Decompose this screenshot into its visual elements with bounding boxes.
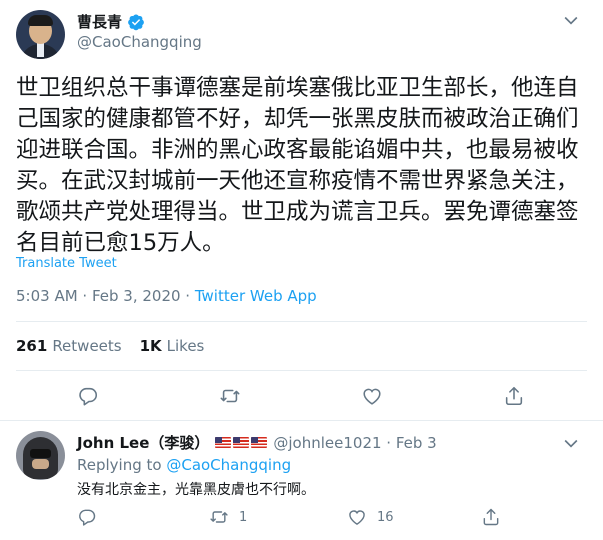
main-tweet: 曹長青 @CaoChangqing 世卫组织总干事谭德塞是前埃塞俄比亚卫生部长，… (0, 0, 603, 420)
reply-text: 没有北京金主，光靠黑皮膚也不行啊。 (77, 482, 315, 498)
reply-retweet-count: 1 (239, 509, 248, 525)
verified-badge-icon (128, 14, 144, 30)
reply-author-name[interactable]: John Lee（李骏） (77, 432, 209, 453)
flag-icons (215, 437, 268, 448)
author-display-name[interactable]: 曹長青 (77, 11, 122, 32)
reply-icon (79, 509, 96, 526)
author-name-row: 曹長青 (77, 11, 145, 32)
likes-stat[interactable]: 1K Likes (140, 337, 205, 355)
retweets-stat[interactable]: 261 Retweets (16, 337, 122, 355)
reply-retweet-button[interactable]: 1 (209, 507, 247, 527)
share-icon (483, 508, 499, 526)
likes-count: 1K (139, 337, 162, 355)
replying-to-line: Replying to @CaoChangqing (77, 456, 291, 474)
reply-like-count: 16 (377, 509, 394, 525)
replying-to-link[interactable]: @CaoChangqing (166, 456, 291, 474)
divider (16, 370, 587, 371)
reply-share-button[interactable] (481, 507, 501, 527)
reply-reply-button[interactable] (77, 507, 97, 527)
reply-icon[interactable] (77, 385, 99, 407)
like-icon (349, 510, 365, 525)
reply-like-button[interactable]: 16 (347, 507, 394, 527)
chevron-down-icon[interactable] (561, 433, 581, 453)
likes-label: Likes (166, 337, 205, 355)
tweet-meta: 5:03 AM · Feb 3, 2020 · Twitter Web App (16, 287, 317, 305)
chevron-down-icon[interactable] (561, 10, 581, 30)
us-flag-icon (233, 437, 250, 448)
us-flag-icon (215, 437, 232, 448)
translate-tweet-link[interactable]: Translate Tweet (16, 256, 117, 271)
author-avatar[interactable] (16, 10, 65, 59)
tweet-text: 世卫组织总干事谭德塞是前埃塞俄比亚卫生部长，他连自己国家的健康都管不好，却凭一张… (16, 75, 579, 256)
us-flag-icon (251, 437, 268, 448)
tweet-source-link[interactable]: Twitter Web App (195, 287, 317, 305)
reply-actions: 1 16 (77, 507, 577, 529)
reply-author-handle[interactable]: @johnlee1021 · Feb 3 (273, 434, 436, 452)
retweets-count: 261 (16, 337, 48, 355)
reply-tweet[interactable]: John Lee（李骏） @johnlee1021 · Feb 3 Replyi… (0, 421, 603, 540)
like-icon[interactable] (361, 385, 383, 407)
tweet-stats: 261 Retweets 1K Likes (16, 337, 204, 355)
share-icon[interactable] (503, 385, 525, 407)
retweet-icon (210, 511, 228, 523)
reply-author-avatar[interactable] (16, 431, 65, 480)
tweet-actions (0, 385, 603, 409)
replying-to-prefix: Replying to (77, 456, 167, 474)
reply-header: John Lee（李骏） @johnlee1021 · Feb 3 (77, 432, 437, 453)
author-handle[interactable]: @CaoChangqing (77, 33, 202, 51)
retweets-label: Retweets (52, 337, 122, 355)
divider (16, 321, 587, 322)
retweet-icon[interactable] (219, 385, 241, 407)
tweet-timestamp[interactable]: 5:03 AM · Feb 3, 2020 · (16, 287, 195, 305)
